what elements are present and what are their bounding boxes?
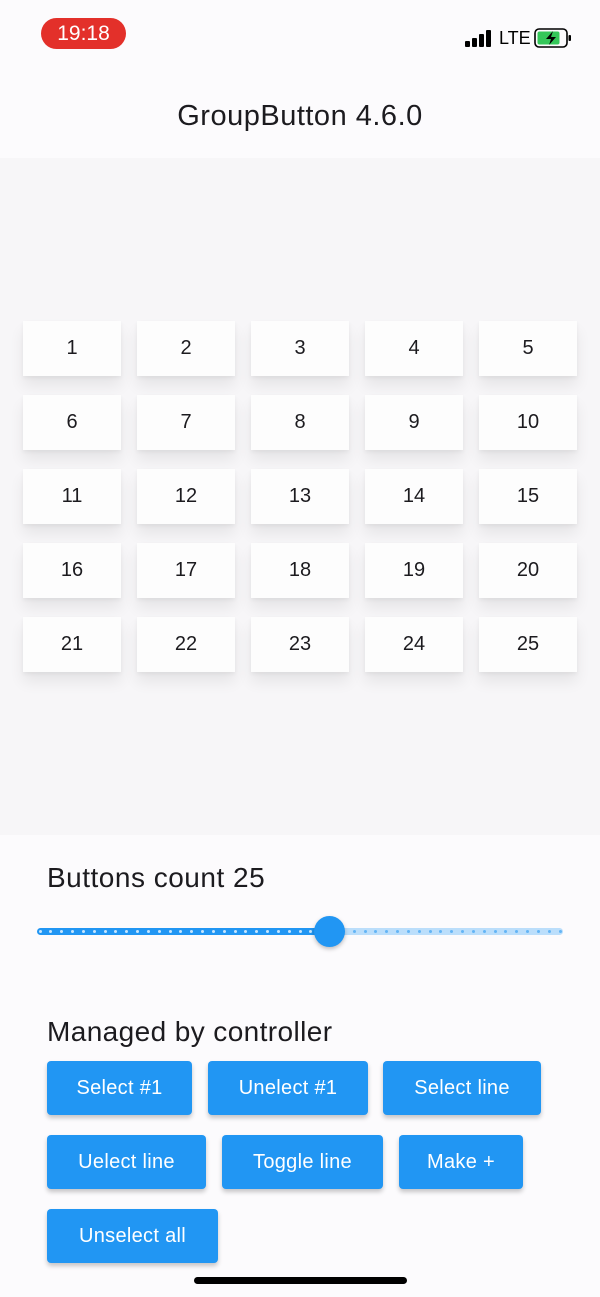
group-button[interactable]: 25 <box>479 617 577 672</box>
group-button[interactable]: 9 <box>365 395 463 450</box>
slider-tick <box>211 930 215 933</box>
slider-tick <box>526 930 529 933</box>
unselect-all-button[interactable]: Unselect all <box>47 1209 218 1263</box>
slider-tick <box>266 930 269 933</box>
home-indicator <box>194 1277 407 1284</box>
group-button[interactable]: 12 <box>137 469 235 524</box>
group-button[interactable]: 24 <box>365 617 463 672</box>
controller-title: Managed by controller <box>47 1016 333 1047</box>
group-button[interactable]: 8 <box>251 395 349 450</box>
slider-track-active[interactable] <box>37 928 330 935</box>
group-button[interactable]: 20 <box>479 543 577 598</box>
signal-icon <box>465 29 493 47</box>
group-button[interactable]: 19 <box>365 543 463 598</box>
slider-tick <box>547 930 551 933</box>
group-button[interactable]: 10 <box>479 395 577 450</box>
slider-tick <box>428 930 432 933</box>
group-button[interactable]: 13 <box>251 469 349 524</box>
group-button[interactable]: 7 <box>137 395 235 450</box>
slider-thumb[interactable] <box>314 916 345 947</box>
slider-tick <box>536 930 540 933</box>
slider-tick <box>298 930 302 933</box>
slider-tick <box>461 930 464 933</box>
slider-tick <box>471 930 475 933</box>
slider-tick <box>103 930 107 933</box>
slider-tick <box>146 930 150 933</box>
slider-tick <box>396 930 399 933</box>
group-button[interactable]: 16 <box>23 543 121 598</box>
group-button[interactable]: 15 <box>479 469 577 524</box>
slider-tick <box>417 930 421 933</box>
group-button[interactable]: 14 <box>365 469 463 524</box>
group-button[interactable]: 5 <box>479 321 577 376</box>
group-button[interactable]: 22 <box>137 617 235 672</box>
slider-tick <box>493 930 497 933</box>
group-button[interactable]: 1 <box>23 321 121 376</box>
slider-tick <box>558 930 562 933</box>
slider-tick <box>38 930 42 933</box>
slider-tick <box>201 930 204 933</box>
toggle-line-button[interactable]: Toggle line <box>222 1135 383 1189</box>
group-button[interactable]: 2 <box>137 321 235 376</box>
slider-tick <box>233 930 237 933</box>
group-button[interactable]: 18 <box>251 543 349 598</box>
slider-tick <box>482 930 486 933</box>
screen: 19:18 LTE GroupButton 4.6.0 1 2 3 4 5 6 7 8 9 10 1… <box>0 0 600 1297</box>
slider-tick <box>92 930 96 933</box>
slider-tick <box>352 930 356 933</box>
battery-charging-icon <box>534 28 571 48</box>
slider-tick <box>276 930 280 933</box>
select-first-button[interactable]: Select #1 <box>47 1061 192 1115</box>
buttons-count-label: Buttons count 25 <box>47 862 266 893</box>
group-button-grid: 1 2 3 4 5 6 7 8 9 10 11 12 13 14 15 16 17 18 19 20 21 22 23 24 2… <box>0 158 600 835</box>
slider-tick <box>81 930 85 933</box>
slider-tick <box>406 930 410 933</box>
group-button[interactable]: 21 <box>23 617 121 672</box>
group-button[interactable]: 3 <box>251 321 349 376</box>
slider-tick <box>287 930 291 933</box>
unselect-first-button[interactable]: Unelect #1 <box>208 1061 368 1115</box>
make-plus-button[interactable]: Make + <box>399 1135 523 1189</box>
group-button[interactable]: 17 <box>137 543 235 598</box>
select-line-button[interactable]: Select line <box>383 1061 541 1115</box>
buttons-count-panel: Buttons count 25 <box>0 835 600 990</box>
status-time: 19:18 <box>41 18 126 49</box>
group-button[interactable]: 23 <box>251 617 349 672</box>
status-bar: 19:18 LTE <box>0 0 600 70</box>
slider-tick <box>363 930 367 933</box>
unselect-line-button[interactable]: Uelect line <box>47 1135 206 1189</box>
slider-tick <box>71 930 74 933</box>
slider-tick <box>168 930 172 933</box>
network-label: LTE <box>499 28 531 48</box>
slider-tick <box>157 930 161 933</box>
slider-tick <box>222 930 226 933</box>
page-title: GroupButton 4.6.0 <box>177 100 423 132</box>
group-button[interactable]: 11 <box>23 469 121 524</box>
slider-tick <box>136 930 139 933</box>
group-button[interactable]: 6 <box>23 395 121 450</box>
group-button[interactable]: 4 <box>365 321 463 376</box>
